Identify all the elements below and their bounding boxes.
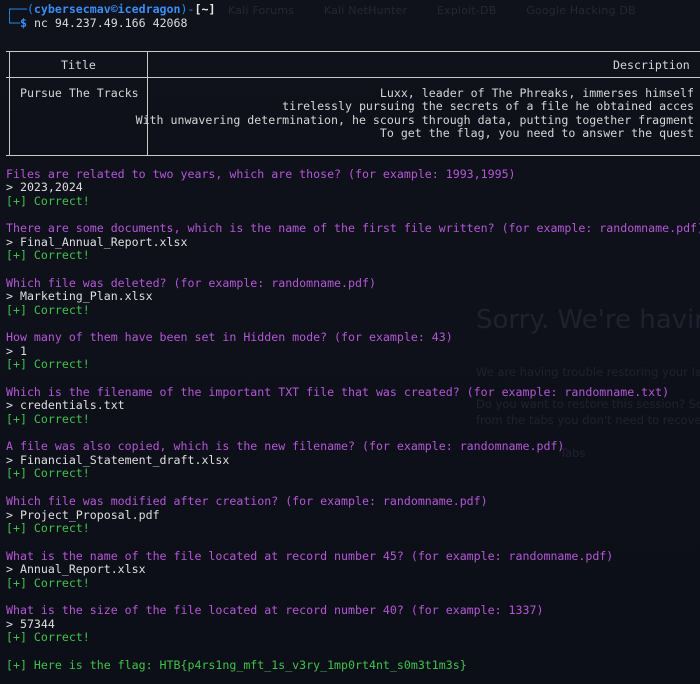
answer-text: > 2023,2024 <box>6 180 83 194</box>
answer-text: > Annual_Report.xlsx <box>6 562 146 576</box>
ghost-tab: Google Hacking DB <box>526 4 636 17</box>
ghost-tab: Kali Forums <box>228 4 295 17</box>
question-text: A file was also copied, which is the new… <box>6 439 565 453</box>
table-row-title: Pursue The Tracks <box>20 86 139 100</box>
result-correct: [+] Correct! <box>6 248 90 262</box>
command-line: └─$ nc 94.237.49.166 42068 <box>6 16 188 31</box>
result-correct: [+] Correct! <box>6 466 90 480</box>
table-top-border <box>6 51 700 52</box>
prompt-corner-top: ┌──( <box>6 2 34 16</box>
background-headline: Sorry. We're havin <box>476 305 700 335</box>
prompt-user-host: cybersecmav©icedragon <box>33 2 181 16</box>
result-correct: [+] Correct! <box>6 357 90 371</box>
question-text: What is the size of the file located at … <box>6 603 544 617</box>
result-correct: [+] Correct! <box>6 194 90 208</box>
ghost-tab: Exploit-DB <box>436 4 497 17</box>
answer-text: > Marketing_Plan.xlsx <box>6 289 153 303</box>
prompt-line: ┌──(cybersecmav©icedragon)-[~] <box>6 2 216 17</box>
table-bottom-border <box>6 155 700 156</box>
terminal-window[interactable]: Kali Forums Kali NetHunter Exploit-DB Go… <box>0 0 700 684</box>
flag-output: [+] Here is the flag: HTB{p4rs1ng_mft_1s… <box>6 658 467 672</box>
prompt-directory: [~] <box>194 2 216 16</box>
background-paragraph: from the tabs you don't need to recover. <box>476 413 700 427</box>
command-text: nc 94.237.49.166 42068 <box>33 16 188 30</box>
table-header-title: Title <box>61 58 96 72</box>
background-paragraph: We are having trouble restoring your las <box>476 365 700 379</box>
result-correct: [+] Correct! <box>6 521 90 535</box>
prompt-dollar: $ <box>19 16 34 30</box>
question-text: How many of them have been set in Hidden… <box>6 330 453 344</box>
result-correct: [+] Correct! <box>6 303 90 317</box>
prompt-corner-bottom: └─ <box>6 16 20 30</box>
result-correct: [+] Correct! <box>6 412 90 426</box>
background-browser-tabs: Kali Forums Kali NetHunter Exploit-DB Go… <box>228 4 662 17</box>
question-text: There are some documents, which is the n… <box>6 221 700 235</box>
table-description-line: To get the flag, you need to answer the … <box>379 126 694 140</box>
table-header-description: Description <box>613 58 690 72</box>
prompt-separator: )- <box>180 2 195 16</box>
answer-text: > credentials.txt <box>6 398 125 412</box>
table-column-divider <box>147 51 148 155</box>
ghost-tab: Kali NetHunter <box>323 4 408 17</box>
table-header-divider <box>6 77 700 78</box>
table-description-line: tirelessly pursuing the secrets of a fil… <box>282 99 694 113</box>
result-correct: [+] Correct! <box>6 576 90 590</box>
result-correct: [+] Correct! <box>6 630 90 644</box>
table-left-border <box>9 51 10 155</box>
question-text: Which file was modified after creation? … <box>6 494 488 508</box>
